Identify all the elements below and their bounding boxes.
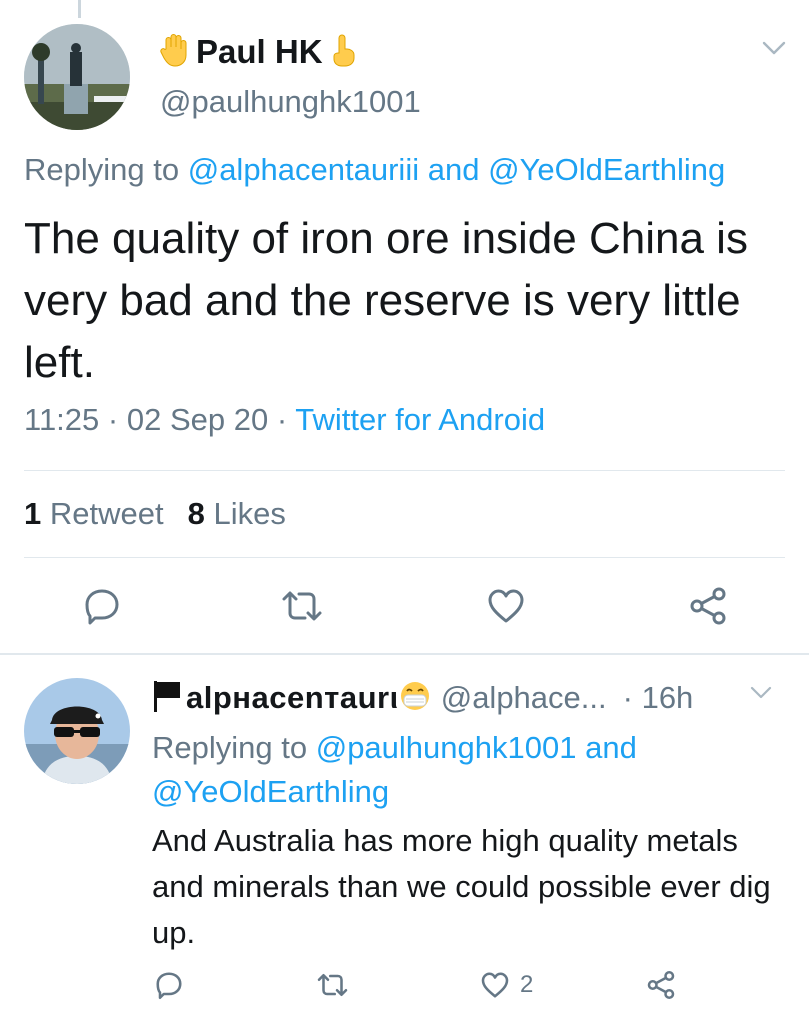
replying-to-label: Replying to [24,152,180,187]
reply-context: Replying to @paulhunghk1001 and @YeOldEa… [152,726,792,814]
medical-mask-emoji [399,680,431,717]
tweet-separator [0,653,809,655]
share-button[interactable] [688,586,728,626]
retweets-label: Retweet [49,496,164,531]
meta-separator: · [276,402,288,437]
likes-count: 8 [187,496,205,531]
tweet-text: The quality of iron ore inside China is … [24,214,748,387]
user-handle[interactable]: @alphace... [441,680,607,716]
thread-line [78,0,81,18]
share-button[interactable] [646,970,676,1000]
retweet-button[interactable] [280,586,324,626]
like-button[interactable] [486,586,526,626]
tweet-date: 02 Sep 20 [126,402,269,437]
reply-header: alpнacenтaurι @alphace... · 16h [152,676,693,720]
like-count: 2 [520,971,534,998]
tweet-source-link[interactable]: Twitter for Android [295,402,545,437]
retweet-icon [316,970,349,1000]
tweet-meta: 11:25 · 02 Sep 20 · Twitter for Android [24,402,545,438]
like-icon [480,970,510,1000]
share-icon [646,970,676,1000]
retweet-button[interactable] [316,970,349,1000]
like-icon [486,586,526,626]
mention-link[interactable]: @YeOldEarthling [488,152,725,187]
replying-to-label: Replying to [152,730,308,765]
reply-joiner: and [585,730,637,765]
retweets-count: 1 [24,496,42,531]
reply-context: Replying to @alphacentauriii and @YeOldE… [24,152,725,188]
avatar[interactable] [24,678,130,784]
like-button[interactable]: 2 [480,970,533,1000]
mention-link[interactable]: @YeOldEarthling [152,774,389,809]
tweet-text: And Australia has more high quality meta… [152,823,771,950]
likes-stat[interactable]: 8 Likes [188,496,286,531]
raised-hand-emoji [160,33,190,72]
tweet-time: 11:25 [24,402,100,437]
reply-joiner: and [427,152,480,187]
likes-label: Likes [213,496,286,531]
display-name[interactable]: alpнacenтaurι [186,680,399,716]
reply-time: · 16h [623,680,694,716]
divider [24,557,785,558]
display-name-row: Paul HK [160,30,357,74]
reply-button[interactable] [82,586,122,626]
reply-icon [82,586,122,626]
tweet-time: 16h [641,680,694,715]
reply-button[interactable] [154,970,184,1000]
divider [24,470,785,471]
user-handle[interactable]: @paulhunghk1001 [160,84,421,120]
meta-separator: · [107,402,119,437]
mention-link[interactable]: @paulhunghk1001 [316,730,577,765]
time-separator: · [622,680,633,715]
chevron-down-icon[interactable] [762,40,786,56]
mention-link[interactable]: @alphacentauriii [188,152,419,187]
display-name[interactable]: Paul HK [196,33,323,71]
reply-icon [154,970,184,1000]
pointing-finger-emoji [329,33,357,72]
avatar[interactable] [24,24,130,130]
share-icon [688,586,728,626]
black-flag-emoji [152,679,182,718]
chevron-down-icon[interactable] [750,686,772,700]
retweets-stat[interactable]: 1 Retweet [24,496,164,531]
retweet-icon [280,586,324,626]
engagement-stats: 1 Retweet 8 Likes [24,496,286,532]
